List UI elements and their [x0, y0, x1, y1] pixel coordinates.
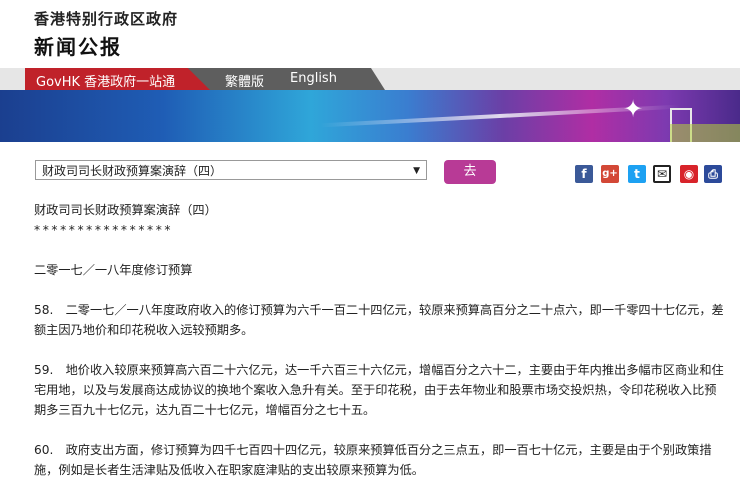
english-link[interactable]: English [290, 71, 337, 86]
section-heading: 二零一七／一八年度修订预算 [34, 263, 193, 277]
govhk-link[interactable]: GovHK 香港政府一站通 [36, 71, 175, 90]
page-header: 香港特别行政区政府 新闻公报 [0, 0, 740, 68]
sparkle-icon: ✦ [622, 95, 644, 123]
twitter-icon[interactable]: t [628, 165, 646, 183]
weibo-icon[interactable]: ◉ [680, 165, 698, 183]
banner-lime-block [670, 124, 740, 142]
banner-image: ✦ [0, 90, 740, 142]
paragraph-60: 60. 政府支出方面，修订预算为四千七百四十四亿元，较原来预算低百分之三点五，即… [34, 443, 712, 477]
banner-gap [0, 142, 740, 154]
language-tab-bg [185, 68, 385, 90]
paragraph-58: 58. 二零一七／一八年度政府收入的修订预算为六千一百二十四亿元，较原来预算高百… [34, 303, 724, 337]
go-button[interactable]: 去 [444, 160, 496, 184]
print-icon[interactable]: ⎙ [704, 165, 722, 183]
email-icon[interactable]: ✉ [653, 165, 671, 183]
paragraph-59: 59. 地价收入较原来预算高六百二十六亿元，达一千六百三十六亿元，增幅百分之六十… [34, 363, 724, 417]
speech-title: 财政司司长财政预算案演辞（四） [34, 203, 217, 217]
speech-select[interactable]: 财政司司长财政预算案演辞（四） ▼ [35, 160, 427, 180]
speech-select-value: 财政司司长财政预算案演辞（四） [42, 164, 223, 178]
facebook-icon[interactable]: f [575, 165, 593, 183]
press-release-title: 新闻公报 [34, 35, 122, 59]
speech-content: 财政司司长财政预算案演辞（四） **************** 二零一七／一八… [34, 200, 724, 480]
gov-name: 香港特别行政区政府 [34, 10, 179, 28]
separator-stars: **************** [34, 223, 174, 237]
traditional-chinese-link[interactable]: 繁體版 [225, 71, 264, 90]
google-plus-icon[interactable]: g+ [601, 165, 619, 183]
chevron-down-icon: ▼ [413, 166, 420, 176]
